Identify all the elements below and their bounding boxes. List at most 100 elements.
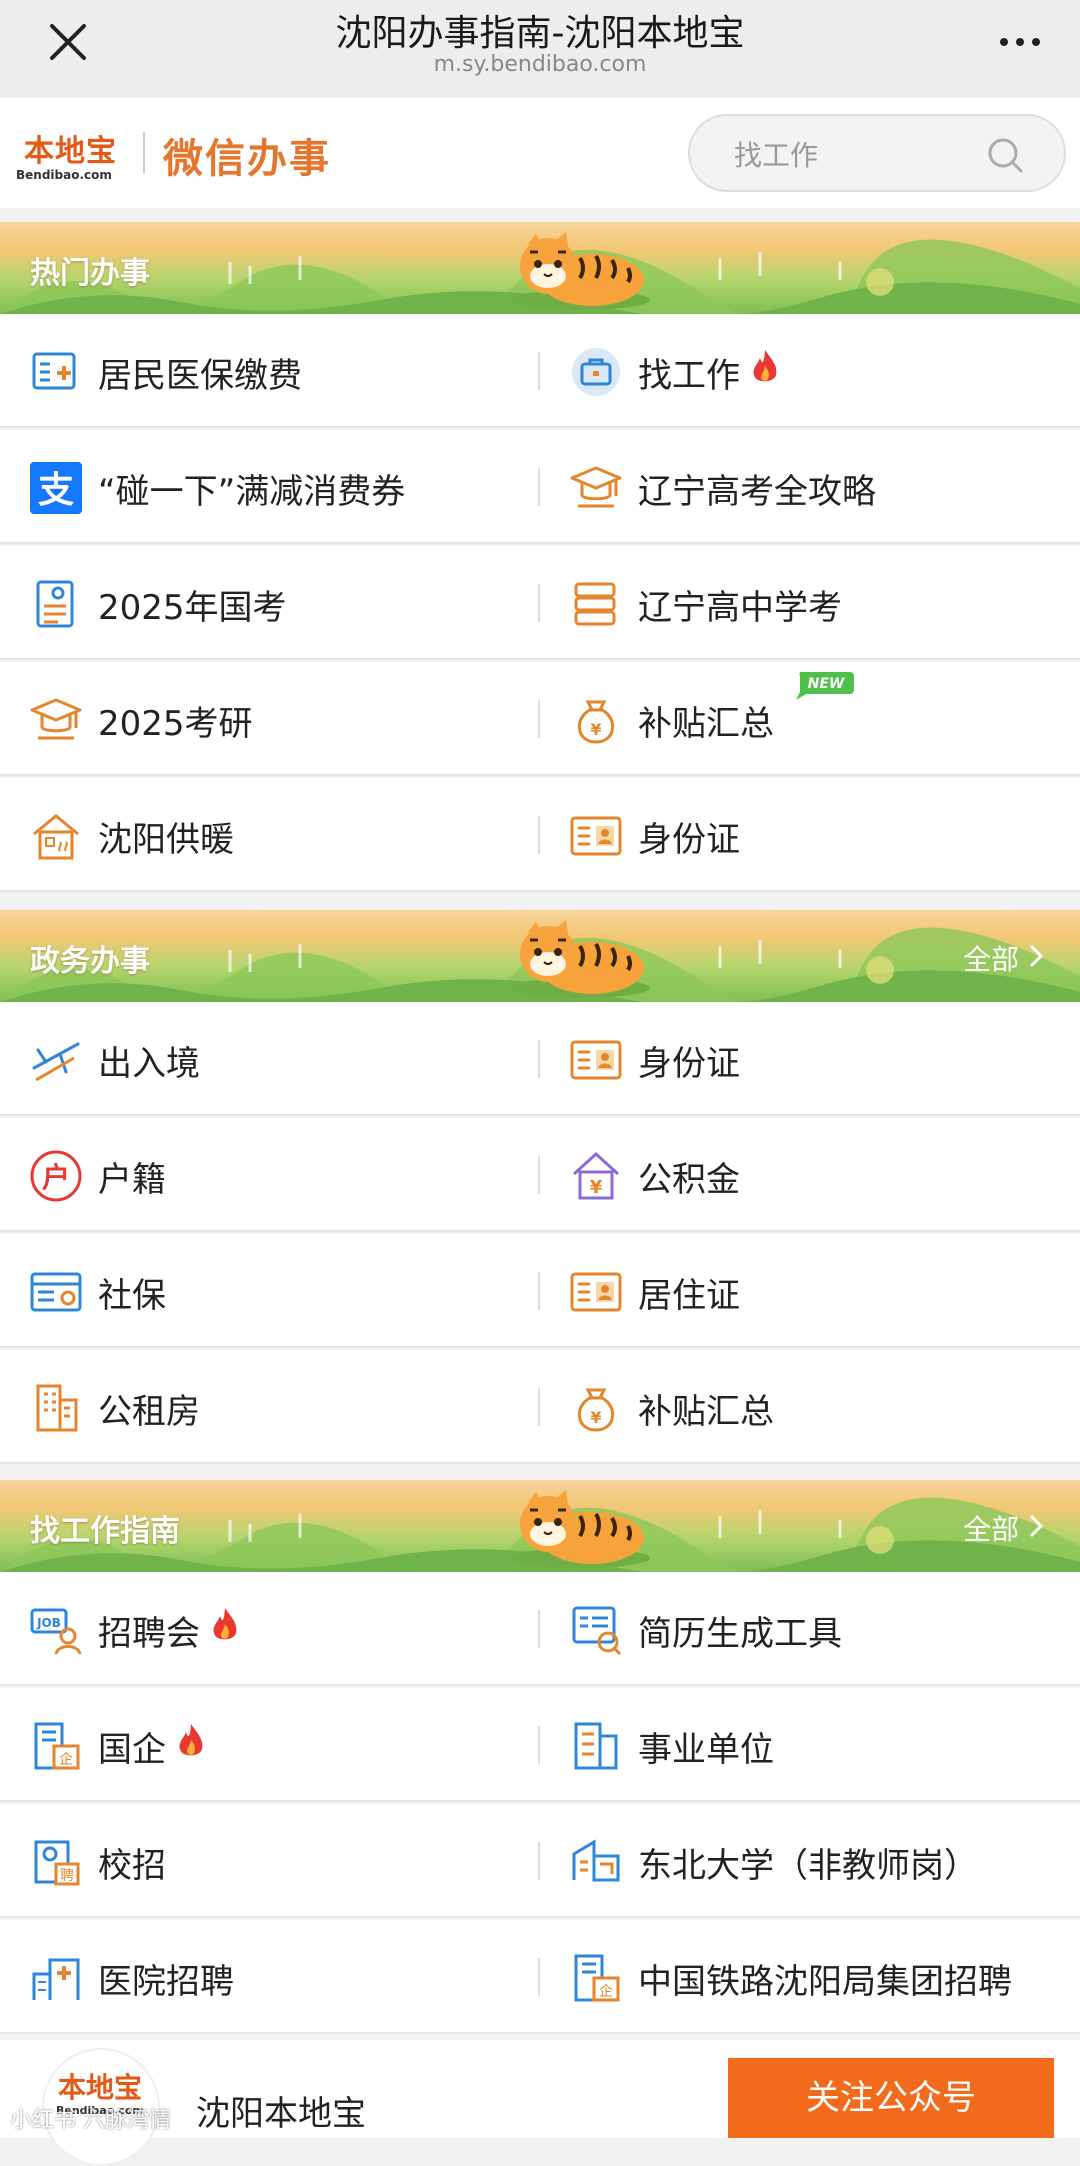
service-item[interactable]: 辽宁高中学考 bbox=[540, 546, 1060, 660]
service-item[interactable]: 沈阳供暖 bbox=[0, 778, 520, 892]
service-item[interactable]: 2025考研 bbox=[0, 662, 520, 776]
service-item-label: 简历生成工具 bbox=[638, 1614, 842, 1654]
search-icon[interactable] bbox=[986, 136, 1024, 174]
hot-flame-icon bbox=[179, 1724, 203, 1756]
service-item-label: 医院招聘 bbox=[98, 1962, 234, 2002]
tiger-illustration bbox=[510, 1490, 650, 1568]
view-all-link[interactable]: 全部 bbox=[963, 1508, 1044, 1548]
service-item-label: 公积金 bbox=[638, 1160, 740, 1200]
service-row: 沈阳供暖 身份证 bbox=[0, 778, 1080, 892]
svg-text:支: 支 bbox=[38, 470, 74, 511]
service-item-label: 东北大学（非教师岗） bbox=[638, 1846, 978, 1886]
service-row: 支 “碰一下”满减消费券 辽宁高考全攻略 bbox=[0, 430, 1080, 544]
service-item[interactable]: 辽宁高考全攻略 bbox=[540, 430, 1060, 544]
site-header: 本地宝 Bendibao.com 微信办事 找工作 bbox=[0, 98, 1080, 208]
service-item-label: 2025年国考 bbox=[98, 588, 287, 628]
service-item[interactable]: ¥ 补贴汇总 bbox=[540, 1350, 1060, 1464]
service-item[interactable]: 医院招聘 bbox=[0, 1920, 520, 2034]
housing-fund-icon: ¥ bbox=[572, 1151, 620, 1200]
service-item-label: 2025考研 bbox=[98, 704, 253, 744]
service-row: 公租房 ¥ 补贴汇总 bbox=[0, 1350, 1080, 1464]
service-item[interactable]: 身份证 bbox=[540, 1002, 1060, 1116]
university-icon bbox=[572, 1839, 620, 1882]
books-icon bbox=[574, 582, 616, 626]
building-icon bbox=[36, 1384, 78, 1432]
service-item[interactable]: 企 中国铁路沈阳局集团招聘 bbox=[540, 1920, 1060, 2034]
resume-icon bbox=[572, 1606, 622, 1656]
page-url: m.sy.bendibao.com bbox=[433, 52, 647, 77]
service-row: 企 国企 事业单位 bbox=[0, 1688, 1080, 1802]
hot-flame-icon bbox=[213, 1608, 237, 1640]
service-item[interactable]: JOB 招聘会 bbox=[0, 1572, 520, 1686]
svg-text:¥: ¥ bbox=[590, 1177, 603, 1198]
service-item-label: 补贴汇总 bbox=[638, 1392, 774, 1432]
browser-nav-bar: 沈阳办事指南-沈阳本地宝 m.sy.bendibao.com bbox=[0, 0, 1080, 98]
service-item[interactable]: 企 国企 bbox=[0, 1688, 520, 1802]
service-item-label: 沈阳供暖 bbox=[98, 820, 234, 860]
service-item[interactable]: 社保 bbox=[0, 1234, 520, 1348]
service-row: 居民医保缴费 找工作 bbox=[0, 314, 1080, 428]
bendibao-logo[interactable]: 本地宝 Bendibao.com bbox=[12, 126, 132, 182]
watermark: 小红书 六脉湾情 bbox=[10, 2108, 171, 2133]
service-item[interactable]: 户户籍 bbox=[0, 1118, 520, 1232]
section-title: 政务办事 bbox=[30, 944, 150, 979]
chevron-right-icon bbox=[1029, 944, 1044, 968]
hot-flame-icon bbox=[753, 350, 777, 382]
service-item[interactable]: ¥ 补贴汇总 NEW bbox=[540, 662, 1060, 776]
service-item-label: 社保 bbox=[98, 1276, 166, 1316]
service-item[interactable]: 公租房 bbox=[0, 1350, 520, 1464]
section-title: 找工作指南 bbox=[30, 1514, 180, 1549]
service-item-label: 中国铁路沈阳局集团招聘 bbox=[638, 1962, 1012, 2002]
service-item-label: 找工作 bbox=[638, 348, 780, 397]
chevron-right-icon bbox=[1029, 1514, 1044, 1538]
service-item[interactable]: 找工作 bbox=[540, 314, 1060, 428]
svg-text:企: 企 bbox=[599, 1983, 613, 2000]
service-item[interactable]: 身份证 bbox=[540, 778, 1060, 892]
money-bag-icon: ¥ bbox=[578, 1388, 614, 1432]
service-item[interactable]: 事业单位 bbox=[540, 1688, 1060, 1802]
exam-document-icon bbox=[36, 580, 74, 628]
service-item-label: 国企 bbox=[98, 1722, 206, 1771]
service-item[interactable]: 居住证 bbox=[540, 1234, 1060, 1348]
institution-building-icon bbox=[574, 1722, 618, 1770]
service-item-label: 公租房 bbox=[98, 1392, 200, 1432]
service-item-label: 身份证 bbox=[638, 820, 740, 860]
service-item-label: 事业单位 bbox=[638, 1730, 774, 1770]
svg-text:NEW: NEW bbox=[808, 676, 845, 692]
service-item[interactable]: ¥ 公积金 bbox=[540, 1118, 1060, 1232]
svg-text:¥: ¥ bbox=[590, 720, 601, 739]
service-item[interactable]: 出入境 bbox=[0, 1002, 520, 1116]
alipay-icon: 支 bbox=[30, 462, 82, 514]
state-enterprise-icon: 企 bbox=[34, 1722, 80, 1770]
service-item-label: 居住证 bbox=[638, 1276, 740, 1316]
briefcase-icon bbox=[572, 348, 620, 396]
service-item[interactable]: 2025年国考 bbox=[0, 546, 520, 660]
service-item-label: 补贴汇总 bbox=[638, 704, 774, 744]
service-item[interactable]: 支 “碰一下”满减消费券 bbox=[0, 430, 520, 544]
service-item-label: 招聘会 bbox=[98, 1606, 240, 1655]
medical-card-icon bbox=[32, 352, 76, 390]
service-item[interactable]: 东北大学（非教师岗） bbox=[540, 1804, 1060, 1918]
new-badge-icon: NEW bbox=[796, 672, 854, 700]
id-card-icon bbox=[570, 816, 622, 856]
section-banner-hot: 热门办事 bbox=[0, 222, 1080, 314]
more-options-icon[interactable] bbox=[996, 30, 1044, 54]
id-card-icon bbox=[570, 1040, 622, 1080]
id-card-icon bbox=[570, 1272, 622, 1312]
service-item[interactable]: 简历生成工具 bbox=[540, 1572, 1060, 1686]
service-item-label: “碰一下”满减消费券 bbox=[98, 472, 406, 512]
svg-text:户: 户 bbox=[42, 1161, 70, 1194]
service-item-label: 身份证 bbox=[638, 1044, 740, 1084]
account-name: 沈阳本地宝 bbox=[196, 2094, 366, 2134]
railway-enterprise-icon: 企 bbox=[574, 1954, 620, 2002]
service-row: 2025考研 ¥ 补贴汇总 NEW bbox=[0, 662, 1080, 776]
search-placeholder: 找工作 bbox=[734, 139, 819, 172]
svg-text:¥: ¥ bbox=[590, 1408, 601, 1427]
view-all-link[interactable]: 全部 bbox=[963, 938, 1044, 978]
tiger-illustration bbox=[510, 232, 650, 310]
service-item[interactable]: 聘 校招 bbox=[0, 1804, 520, 1918]
follow-account-button[interactable]: 关注公众号 bbox=[728, 2058, 1054, 2138]
social-security-card-icon bbox=[30, 1272, 82, 1312]
service-item[interactable]: 居民医保缴费 bbox=[0, 314, 520, 428]
search-input[interactable]: 找工作 bbox=[688, 114, 1066, 192]
